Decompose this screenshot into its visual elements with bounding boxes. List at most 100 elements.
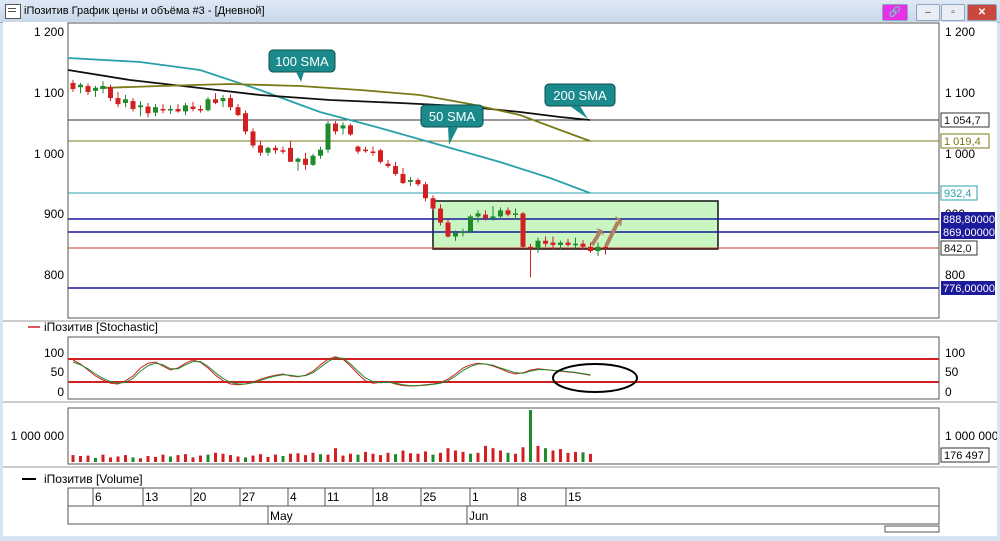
candle-body: [85, 85, 91, 92]
volume-bar: [506, 452, 510, 462]
day-label: 8: [520, 490, 527, 504]
y-tick-label: 1 200: [34, 25, 64, 39]
candle-body: [565, 242, 571, 245]
volume-bar: [236, 456, 240, 462]
candle-body: [273, 147, 278, 151]
volume-bar: [461, 451, 465, 462]
candle-body: [460, 231, 466, 234]
day-label: 11: [327, 490, 340, 504]
volume-bar: [251, 455, 255, 462]
day-label: 18: [375, 490, 389, 504]
volume-panel-frame: [67, 407, 940, 465]
candle-body: [558, 242, 563, 245]
candle-body: [363, 149, 368, 152]
volume-bar: [229, 455, 232, 462]
candle-body: [235, 107, 241, 116]
volume-bar: [536, 445, 540, 462]
stoch-tick-right: 100: [945, 346, 965, 360]
close-button[interactable]: ✕: [967, 4, 997, 21]
callout-label: 200 SMA: [553, 88, 607, 103]
y-tick-label: 800: [44, 268, 64, 282]
volume-bar: [424, 451, 427, 462]
volume-bar: [439, 452, 442, 462]
candle-body: [93, 87, 98, 91]
volume-bar: [521, 447, 525, 462]
volume-bar: [206, 454, 210, 462]
volume-bar: [274, 454, 277, 462]
volume-bar: [161, 454, 165, 462]
volume-bar: [551, 450, 555, 462]
volume-bar: [431, 454, 435, 462]
callout-label: 100 SMA: [275, 54, 329, 69]
volume-bar: [71, 455, 75, 462]
level-776-value: 776,00000: [943, 283, 995, 295]
maximize-button[interactable]: ▫: [941, 4, 965, 21]
candle-body: [288, 147, 293, 162]
candle-body: [78, 84, 83, 88]
volume-bar: [79, 456, 82, 462]
volume-bar: [559, 449, 562, 462]
volume-bar: [394, 454, 397, 462]
y-tick-label: 800: [945, 268, 965, 282]
stoch-tick: 0: [57, 385, 64, 399]
candle-body: [498, 210, 503, 217]
price-y-axis-left: 1 200 1 100 1 000 900 800: [34, 25, 64, 282]
candle-body: [168, 108, 173, 111]
day-label: 27: [242, 490, 256, 504]
volume-bar: [356, 454, 360, 462]
candle-body: [408, 180, 413, 182]
day-label: 4: [290, 490, 297, 504]
day-label: 20: [193, 490, 207, 504]
y-tick-label: 900: [44, 207, 64, 221]
candle-body: [468, 216, 473, 232]
candle-body: [483, 214, 488, 219]
volume-bar: [116, 456, 120, 462]
volume-bar: [491, 448, 495, 462]
volume-bar: [94, 457, 97, 462]
volume-bar: [176, 455, 180, 462]
candle-body: [183, 105, 188, 112]
volume-bar: [221, 453, 225, 462]
stoch-tick-right: 0: [945, 385, 952, 399]
volume-bar: [401, 450, 405, 462]
title-bar: iПозитив График цены и объёма #3 - [Днев…: [0, 0, 1000, 23]
volume-bar: [109, 457, 112, 462]
volume-legend: iПозитив [Volume]: [44, 472, 143, 486]
volume-bar: [469, 453, 472, 462]
volume-bar: [199, 455, 202, 462]
last-close-value: 842,0: [944, 243, 972, 255]
volume-bar: [191, 457, 195, 462]
candle-body: [595, 246, 601, 252]
candle-body: [318, 149, 323, 156]
minimize-button[interactable]: –: [916, 4, 940, 21]
volume-bar: [146, 456, 150, 462]
candle-body: [250, 131, 256, 146]
candle-body: [550, 242, 556, 245]
candle-body: [228, 98, 233, 108]
volume-bar: [416, 453, 420, 462]
candle-body: [415, 180, 421, 185]
stoch-tick-right: 50: [945, 365, 959, 379]
day-label: 13: [145, 490, 159, 504]
month-label: May: [270, 509, 293, 523]
candle-body: [70, 82, 76, 89]
candle-body: [580, 243, 586, 247]
candle-body: [100, 85, 106, 89]
y-tick-label: 1 200: [945, 25, 975, 39]
candle-body: [153, 107, 158, 113]
volume-bar: [184, 454, 187, 462]
volume-bar: [214, 452, 217, 462]
volume-bar: [574, 451, 577, 462]
candle-body: [588, 246, 593, 252]
volume-bar: [446, 448, 450, 462]
link-icon-button[interactable]: 🔗: [882, 4, 908, 21]
callout-label: 50 SMA: [429, 109, 476, 124]
volume-bar: [581, 452, 585, 462]
volume-bar: [341, 455, 345, 462]
volume-bar: [454, 450, 457, 462]
day-label: 1: [472, 490, 479, 504]
chart-svg[interactable]: 1 200 1 100 1 000 900 800 1 200 1 100 1 …: [3, 22, 999, 536]
horizontal-scrollbar[interactable]: [884, 525, 940, 533]
y-tick-label: 1 000: [945, 147, 975, 161]
volume-bar: [131, 457, 135, 462]
